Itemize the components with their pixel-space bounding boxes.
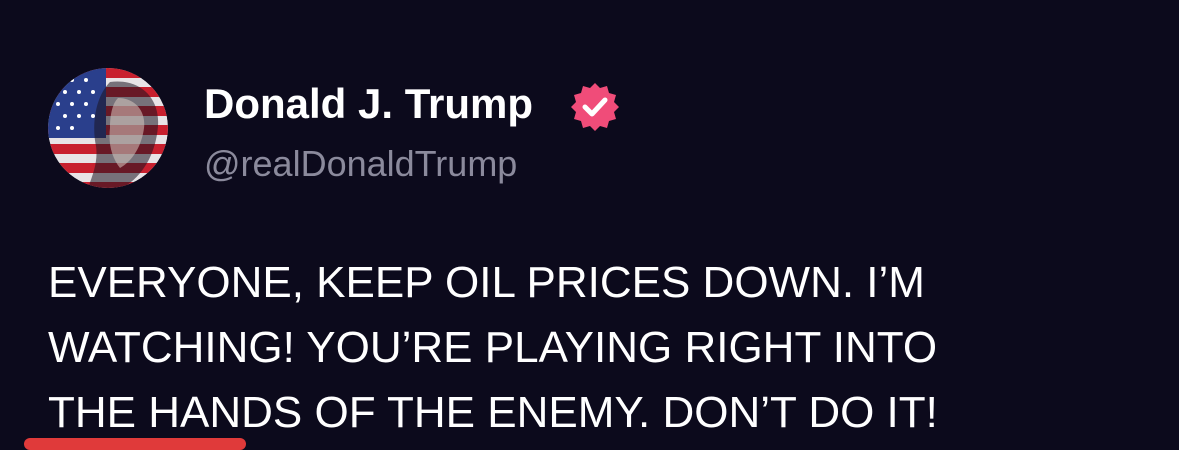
verified-badge-icon xyxy=(568,80,622,134)
post-card: Donald J. Trump @realDonaldTrump EVERYON… xyxy=(0,0,1179,450)
post-body-line: EVERYONE, KEEP OIL PRICES DOWN. I’M xyxy=(48,258,925,307)
author-display-name[interactable]: Donald J. Trump xyxy=(204,80,533,128)
accent-bar xyxy=(24,438,246,450)
post-body: EVERYONE, KEEP OIL PRICES DOWN. I’M WATC… xyxy=(48,250,1148,445)
author-handle[interactable]: @realDonaldTrump xyxy=(204,142,517,186)
avatar[interactable] xyxy=(48,68,168,188)
post-body-line: THE HANDS OF THE ENEMY. DON’T DO IT! xyxy=(48,388,938,437)
avatar-flag-portrait-icon xyxy=(48,68,168,188)
post-body-line: WATCHING! YOU’RE PLAYING RIGHT INTO xyxy=(48,323,938,372)
